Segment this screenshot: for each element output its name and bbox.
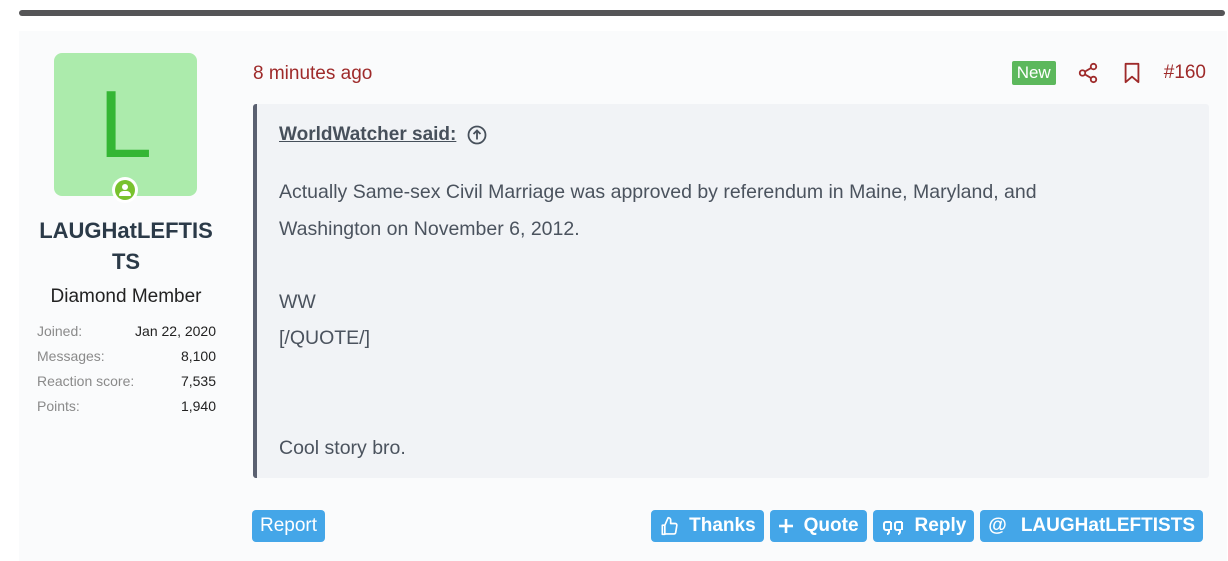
username[interactable]: LAUGHatLEFTISTS [35, 215, 217, 277]
post-timestamp[interactable]: 8 minutes ago [253, 63, 372, 85]
quote-line: [/QUOTE/] [279, 327, 371, 349]
quote-body: Actually Same-sex Civil Marriage was app… [279, 174, 1179, 466]
thanks-button[interactable]: Thanks [651, 510, 764, 542]
quote-line [279, 357, 1179, 394]
quote-line: WW [279, 290, 316, 313]
quote-button[interactable]: Quote [769, 510, 867, 542]
stat-value: 7,535 [180, 373, 216, 389]
at-icon: @ [988, 515, 1007, 536]
stat-value: 1,940 [180, 398, 216, 414]
quote-marks-icon [882, 521, 903, 535]
stat-joined: Joined: Jan 22, 2020 [37, 319, 216, 344]
stat-reaction-score: Reaction score: 7,535 [37, 369, 216, 394]
quote-label: Quote [803, 515, 859, 536]
post-container: L LAUGHatLEFTISTS Diamond Member Joined:… [19, 31, 1227, 561]
reply-label: Reply [914, 515, 967, 536]
avatar[interactable]: L [54, 53, 197, 196]
plus-icon [778, 519, 793, 533]
thumbs-up-icon [661, 516, 678, 536]
thanks-label: Thanks [689, 515, 756, 536]
top-divider [19, 10, 1225, 16]
report-button[interactable]: Report [252, 510, 326, 542]
arrow-up-circle-icon[interactable] [467, 125, 487, 145]
quote-header: WorldWatcher said: [279, 124, 487, 146]
bookmark-icon[interactable] [1120, 61, 1144, 85]
stat-label: Reaction score: [37, 373, 135, 389]
quote-line: Washington on November 6, 2012. [279, 217, 580, 240]
reply-button[interactable]: Reply [872, 510, 975, 542]
quote-author-link[interactable]: WorldWatcher said: [279, 124, 456, 146]
stat-points: Points: 1,940 [37, 394, 216, 419]
post-header-actions: New #160 [1011, 59, 1227, 87]
stat-label: Joined: [37, 323, 83, 339]
stat-label: Messages: [37, 348, 105, 364]
user-title: Diamond Member [50, 286, 202, 307]
user-stats: Joined: Jan 22, 2020 Messages: 8,100 Rea… [37, 319, 216, 419]
quote-line: Actually Same-sex Civil Marriage was app… [279, 181, 1037, 203]
stat-messages: Messages: 8,100 [37, 344, 216, 369]
mention-button[interactable]: @ LAUGHatLEFTISTS [980, 510, 1203, 542]
online-status-icon [112, 177, 138, 203]
post-number-link[interactable]: #160 [1164, 62, 1206, 84]
quote-line: Cool story bro. [279, 436, 406, 459]
new-badge: New [1011, 61, 1056, 85]
stat-value: Jan 22, 2020 [135, 323, 216, 339]
quote-block: WorldWatcher said: Actually Same-sex Civ… [253, 104, 1209, 478]
post-actions: Thanks Quote Reply @ LAUGHatLEFTISTS [645, 510, 1203, 542]
mention-label: LAUGHatLEFTISTS [1020, 515, 1195, 536]
share-icon[interactable] [1076, 61, 1100, 85]
stat-label: Points: [37, 398, 80, 414]
quote-line [279, 393, 1179, 430]
quote-line [279, 247, 1179, 284]
stat-value: 8,100 [180, 348, 216, 364]
